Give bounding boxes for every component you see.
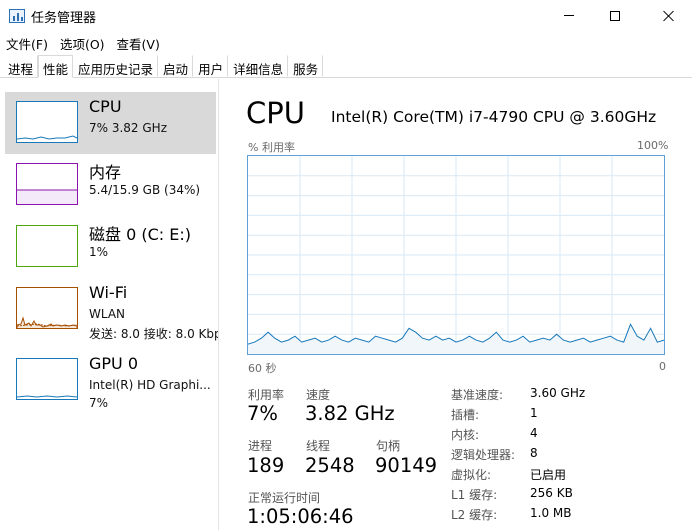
processes-value: 189 [247, 454, 285, 477]
resource-item-memory[interactable]: 内存 5.4/15.9 GB (34%) [5, 154, 216, 216]
cpu-utilization-graph [247, 155, 665, 355]
resource-subtitle: 1% [89, 245, 109, 259]
resource-item-cpu[interactable]: CPU 7% 3.82 GHz [5, 92, 216, 154]
menu-view[interactable]: 查看(V) [111, 31, 166, 53]
uptime-label: 正常运行时间 [248, 491, 321, 505]
cpu-graph-icon [16, 101, 78, 143]
spec-value: 已启用 [530, 468, 567, 482]
spec-value: 4 [530, 426, 538, 440]
tab-performance[interactable]: 性能 [38, 55, 74, 78]
tab-details[interactable]: 详细信息 [228, 55, 289, 77]
menu-bar: 文件(F) 选项(O) 查看(V) [0, 31, 692, 53]
handles-value: 90149 [375, 454, 438, 477]
uptime-value: 1:05:06:46 [247, 505, 354, 528]
spec-value: 1.0 MB [530, 506, 572, 520]
resource-item-wifi[interactable]: Wi-Fi WLAN 发送: 8.0 接收: 8.0 Kbps [5, 278, 219, 341]
resource-subtitle: Intel(R) HD Graphi... [89, 378, 211, 392]
tab-bar: 进程 性能 应用历史记录 启动 用户 详细信息 服务 [0, 55, 692, 78]
minimize-icon [564, 15, 574, 16]
resource-subtitle-2: 7% [89, 396, 109, 410]
title-bar: 任务管理器 [0, 0, 692, 31]
spec-label: 插槽: [451, 408, 480, 422]
resource-item-gpu[interactable]: GPU 0 Intel(R) HD Graphi... 7% [5, 349, 216, 411]
spec-label: 逻辑处理器: [451, 448, 516, 462]
disk-graph-icon [16, 225, 78, 267]
resource-title: Wi-Fi [89, 283, 128, 302]
spec-value: 256 KB [530, 486, 573, 500]
resource-subtitle: 5.4/15.9 GB (34%) [89, 183, 201, 197]
minimize-button[interactable] [546, 0, 592, 31]
wifi-graph-icon [16, 287, 78, 329]
threads-value: 2548 [305, 454, 355, 477]
page-title: CPU [246, 96, 305, 130]
graph-x-right: 0 [659, 360, 666, 373]
tab-startup[interactable]: 启动 [158, 55, 194, 77]
graph-y-label: % 利用率 [248, 141, 295, 154]
resource-title: GPU 0 [89, 354, 139, 373]
spec-label: L1 缓存: [451, 488, 498, 502]
maximize-button[interactable] [592, 0, 638, 31]
resource-subtitle: WLAN [89, 307, 126, 321]
maximize-icon [610, 10, 620, 21]
resource-list: CPU 7% 3.82 GHz 内存 5.4/15.9 GB (34%) 磁盘 … [0, 79, 219, 530]
tab-users[interactable]: 用户 [193, 55, 229, 77]
spec-label: L2 缓存: [451, 508, 498, 522]
spec-label: 基准速度: [451, 388, 504, 402]
spec-value: 8 [530, 446, 538, 460]
menu-options[interactable]: 选项(O) [54, 31, 111, 53]
memory-graph-icon [16, 163, 78, 205]
resource-title: 磁盘 0 (C: E:) [89, 225, 191, 244]
graph-y-max: 100% [637, 139, 669, 152]
cpu-model: Intel(R) Core(TM) i7-4790 CPU @ 3.60GHz [331, 108, 657, 126]
gpu-graph-icon [16, 358, 78, 400]
cpu-graph-svg [247, 156, 665, 354]
window-title: 任务管理器 [31, 11, 97, 26]
resource-item-disk[interactable]: 磁盘 0 (C: E:) 1% [5, 216, 216, 278]
resource-title: 内存 [89, 163, 122, 182]
tab-services[interactable]: 服务 [288, 55, 324, 77]
handles-label: 句柄 [376, 439, 401, 453]
resource-subtitle: 7% 3.82 GHz [89, 121, 168, 135]
close-button[interactable] [646, 0, 692, 31]
speed-value: 3.82 GHz [305, 402, 395, 425]
resource-title: CPU [89, 97, 122, 116]
tab-app-history[interactable]: 应用历史记录 [73, 55, 159, 77]
close-icon [663, 10, 675, 22]
menu-file[interactable]: 文件(F) [0, 31, 54, 53]
resource-subtitle-2: 发送: 8.0 接收: 8.0 Kbps [89, 327, 219, 341]
spec-value: 1 [530, 406, 538, 420]
speed-label: 速度 [306, 388, 331, 402]
threads-label: 线程 [306, 439, 331, 453]
tab-processes[interactable]: 进程 [3, 55, 39, 77]
task-manager-icon [9, 9, 25, 23]
spec-value: 3.60 GHz [530, 386, 586, 400]
processes-label: 进程 [248, 439, 273, 453]
spec-label: 虚拟化: [451, 468, 492, 482]
utilization-label: 利用率 [248, 388, 285, 402]
graph-x-left: 60 秒 [248, 362, 277, 375]
spec-label: 内核: [451, 428, 480, 442]
utilization-value: 7% [247, 402, 278, 425]
